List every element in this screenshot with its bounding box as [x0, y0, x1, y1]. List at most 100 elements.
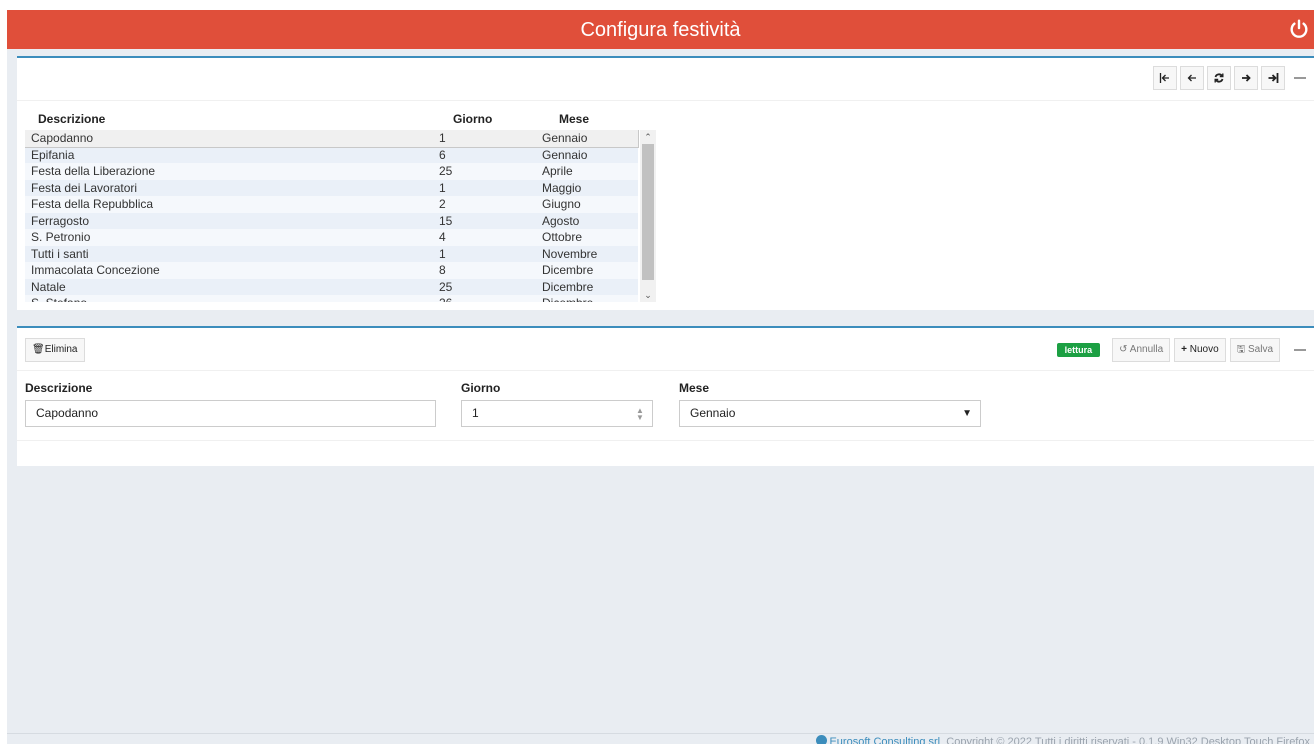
- row-descrizione: Festa della Repubblica: [31, 197, 154, 211]
- row-mese: Gennaio: [542, 147, 588, 162]
- mese-label: Mese: [679, 381, 710, 395]
- refresh-icon: [1214, 73, 1224, 83]
- row-mese: Gennaio: [542, 131, 588, 145]
- collapse-form-icon[interactable]: [1294, 349, 1306, 351]
- footer: Eurosoft Consulting srl Copyright © 2022…: [816, 735, 1310, 744]
- row-mese: Dicembre: [542, 263, 594, 277]
- row-descrizione: Festa dei Lavoratori: [31, 180, 138, 195]
- row-descrizione: Epifania: [31, 147, 75, 162]
- row-giorno: 25: [439, 164, 453, 178]
- copyright-text: Copyright © 2022 Tutti i diritti riserva…: [946, 736, 1310, 744]
- new-button[interactable]: + Nuovo: [1174, 338, 1226, 362]
- row-mese: Novembre: [542, 246, 598, 261]
- descrizione-input[interactable]: Capodanno: [25, 400, 436, 427]
- row-giorno: 1: [439, 180, 446, 195]
- list-row[interactable]: Epifania 6 Gennaio: [25, 146, 638, 163]
- mese-select[interactable]: Gennaio ▼: [679, 400, 981, 427]
- list-row[interactable]: Tutti i santi 1 Novembre: [25, 245, 638, 262]
- footer-divider: [7, 733, 1314, 734]
- app-window: Configura festività Descrizione Giorno M…: [7, 10, 1314, 744]
- scroll-up-icon[interactable]: ⌃: [643, 132, 653, 142]
- header-bar: Configura festività: [7, 10, 1314, 49]
- mese-value: Gennaio: [690, 406, 736, 420]
- row-giorno: 1: [439, 246, 446, 261]
- giorno-label: Giorno: [461, 381, 501, 395]
- column-giorno[interactable]: Giorno: [453, 112, 492, 126]
- row-mese: Dicembre: [542, 279, 594, 294]
- giorno-input[interactable]: 1 ▲ ▼: [461, 400, 653, 427]
- scrollbar-thumb[interactable]: [642, 144, 654, 280]
- company-link[interactable]: Eurosoft Consulting srl: [829, 736, 940, 744]
- row-giorno: 2: [439, 197, 446, 211]
- row-descrizione: Immacolata Concezione: [31, 263, 160, 277]
- scroll-down-icon[interactable]: ⌄: [643, 290, 653, 300]
- list-row[interactable]: Immacolata Concezione 8 Dicembre: [25, 262, 638, 279]
- record-navigation: [1153, 66, 1306, 90]
- detail-panel: 🗑Elimina lettura ↺ Annulla + Nuovo 🖫 Sal…: [17, 326, 1314, 466]
- eurosoft-logo-icon: [816, 735, 828, 744]
- row-mese: Giugno: [542, 197, 581, 211]
- row-giorno: 4: [439, 230, 446, 244]
- delete-label: Elimina: [44, 344, 78, 355]
- chevron-down-icon: ▼: [962, 408, 972, 419]
- undo-icon: ↺: [1119, 344, 1128, 355]
- list-row[interactable]: Capodanno 1 Gennaio: [25, 130, 639, 148]
- row-giorno: 1: [439, 131, 446, 145]
- list-row[interactable]: Festa della Liberazione 25 Aprile: [25, 163, 638, 180]
- row-descrizione: Tutti i santi: [31, 246, 89, 261]
- row-mese: Dicembre: [542, 295, 593, 302]
- row-descrizione: Natale: [31, 279, 66, 294]
- list-row[interactable]: Natale 25 Dicembre: [25, 278, 638, 295]
- new-label: Nuovo: [1189, 344, 1219, 355]
- collapse-list-icon[interactable]: [1294, 77, 1306, 79]
- list-row[interactable]: Festa dei Lavoratori 1 Maggio: [25, 179, 638, 196]
- form-toolbar: lettura ↺ Annulla + Nuovo 🖫 Salva: [1056, 338, 1306, 362]
- power-icon[interactable]: [1288, 18, 1310, 40]
- delete-button[interactable]: 🗑Elimina: [25, 338, 85, 362]
- list-panel: Descrizione Giorno Mese S. Stefano26Dice…: [17, 56, 1314, 310]
- next-record-button[interactable]: [1234, 66, 1258, 90]
- divider: [17, 370, 1314, 371]
- divider: [17, 100, 1314, 101]
- last-icon: [1268, 73, 1279, 83]
- cancel-button[interactable]: ↺ Annulla: [1112, 338, 1171, 362]
- previous-record-button[interactable]: [1180, 66, 1204, 90]
- first-icon: [1159, 73, 1169, 83]
- list-row[interactable]: S. Stefano 26 Dicembre: [25, 295, 638, 302]
- row-mese: Maggio: [542, 180, 582, 195]
- row-descrizione: S. Stefano: [31, 295, 87, 302]
- list-scrollbar[interactable]: ⌃ ⌄: [640, 130, 656, 302]
- row-mese: Ottobre: [542, 230, 583, 244]
- list-row[interactable]: Festa della Repubblica 2 Giugno: [25, 196, 638, 213]
- trash-icon: 🗑: [32, 344, 45, 355]
- descrizione-value: Capodanno: [36, 406, 99, 420]
- row-giorno: 6: [439, 147, 446, 162]
- spinner-icon[interactable]: ▲ ▼: [634, 407, 646, 422]
- refresh-button[interactable]: [1207, 66, 1231, 90]
- last-record-button[interactable]: [1261, 66, 1285, 90]
- row-giorno: 8: [439, 263, 446, 277]
- save-button[interactable]: 🖫 Salva: [1229, 338, 1280, 362]
- list-row[interactable]: Ferragosto 15 Agosto: [25, 212, 638, 229]
- row-mese: Agosto: [542, 213, 580, 228]
- row-descrizione: Festa della Liberazione: [31, 164, 156, 178]
- mode-badge: lettura: [1056, 343, 1101, 357]
- column-mese[interactable]: Mese: [559, 112, 589, 126]
- column-descrizione[interactable]: Descrizione: [38, 112, 105, 126]
- row-descrizione: Ferragosto: [31, 213, 90, 228]
- row-giorno: 26: [439, 295, 452, 302]
- row-descrizione: S. Petronio: [31, 230, 91, 244]
- list-row[interactable]: S. Petronio 4 Ottobre: [25, 229, 638, 246]
- floppy-icon: 🖫: [1236, 344, 1246, 355]
- divider: [17, 440, 1314, 441]
- holiday-list[interactable]: S. Stefano26DicembreNatale25DicembreImma…: [25, 130, 656, 302]
- arrow-left-icon: [1187, 74, 1196, 82]
- page-title: Configura festività: [580, 19, 741, 41]
- row-giorno: 25: [439, 279, 453, 294]
- row-giorno: 15: [439, 213, 453, 228]
- arrow-right-icon: [1242, 74, 1251, 82]
- first-record-button[interactable]: [1153, 66, 1177, 90]
- descrizione-label: Descrizione: [25, 381, 93, 395]
- cancel-label: Annulla: [1129, 344, 1164, 355]
- plus-icon: +: [1181, 344, 1187, 355]
